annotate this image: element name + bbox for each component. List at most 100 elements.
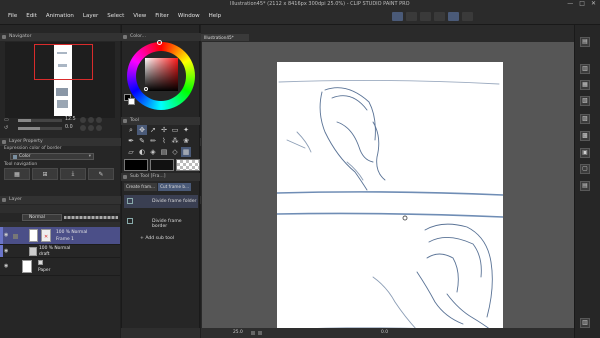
airbrush-tool-icon[interactable]: ⁂ (170, 136, 180, 146)
blend-tool-icon[interactable]: ◐ (137, 147, 147, 157)
command-bar-pen-button[interactable] (392, 12, 403, 21)
status-zoom-value[interactable]: 25.0 (233, 330, 243, 335)
right-panel-icon-1[interactable]: ▤ (580, 37, 590, 47)
status-rotate-value[interactable]: 0.0 (381, 330, 388, 335)
auto-select-tool-icon[interactable]: ✦ (181, 125, 191, 135)
right-panel-icon-5[interactable]: ▨ (580, 114, 590, 124)
layer-row-frame1[interactable]: ◉ ✕ 100 % Normal Frame 1 (0, 227, 120, 245)
command-bar-ruler-button[interactable] (420, 12, 431, 21)
gradient-tool-icon[interactable]: ▤ (159, 147, 169, 157)
rotate-reset-icon[interactable] (88, 125, 94, 131)
menu-select[interactable]: Select (107, 13, 124, 19)
layer-row-paper[interactable]: ◉ Paper (0, 258, 120, 276)
layer-name: draft (39, 252, 50, 257)
menu-layer[interactable]: Layer (83, 13, 98, 19)
menu-edit[interactable]: Edit (26, 13, 37, 19)
navigator-zoom-slider[interactable]: ▭ 12.5 (4, 117, 116, 124)
frame-border-icon (127, 218, 133, 224)
tool-panel-title: Tool (130, 118, 139, 123)
menu-help[interactable]: Help (209, 13, 222, 19)
sub-color-swatch[interactable] (128, 98, 135, 105)
navigator-title: Navigator (9, 34, 32, 39)
layer-property-title: Layer Property (9, 139, 43, 144)
pen-lock-icon[interactable] (13, 234, 18, 239)
add-sub-tool-button[interactable]: + Add sub tool (140, 236, 174, 241)
menu-window[interactable]: Window (178, 13, 200, 19)
zoom-reset-icon[interactable] (88, 117, 94, 123)
decoration-tool-icon[interactable]: ❀ (181, 136, 191, 146)
title-bar: Illustration45* (2112 x 8416px 300dpi 25… (0, 0, 600, 9)
right-panel-icon-8[interactable]: ▢ (580, 164, 590, 174)
maximize-button[interactable]: □ (579, 0, 585, 7)
rotate-icon[interactable]: ↺ (4, 125, 8, 131)
command-bar-settings-button[interactable] (462, 12, 473, 21)
eye-icon[interactable]: ◉ (4, 232, 8, 238)
eraser-tool-icon[interactable]: ▱ (126, 147, 136, 157)
sub-tool-label: Divide frame folder (152, 199, 197, 204)
sketch-drawing[interactable] (277, 62, 503, 334)
eyedropper-icon[interactable]: ✒ (126, 136, 136, 146)
eye-icon[interactable]: ◉ (4, 263, 8, 269)
sub-tool-divide-frame-border[interactable]: Divide frame border (124, 215, 198, 229)
command-bar-snap-button[interactable] (406, 12, 417, 21)
command-bar-view-button[interactable] (448, 12, 459, 21)
zoom-down-icon[interactable] (251, 331, 255, 335)
zoom-up-icon[interactable] (258, 331, 262, 335)
move-layer-tool-icon[interactable]: ✢ (159, 125, 169, 135)
fill-tool-icon[interactable]: ◈ (148, 147, 158, 157)
right-panel-icon-4[interactable]: ▧ (580, 96, 590, 106)
eye-icon[interactable]: ◉ (4, 248, 8, 254)
menu-view[interactable]: View (133, 13, 146, 19)
selection-tool-icon[interactable]: ▭ (170, 125, 180, 135)
command-bar-grid-button[interactable] (434, 12, 445, 21)
right-panel-icon-9[interactable]: ▤ (580, 181, 590, 191)
layer-mode: 100 % Normal (56, 230, 88, 235)
pen-icon[interactable]: ✎ (88, 168, 114, 180)
layer-opacity-bar[interactable] (64, 216, 118, 219)
navigator-view-frame[interactable] (34, 44, 93, 80)
menu-bar: File Edit Animation Layer Select View Fi… (0, 9, 600, 25)
blend-mode-select[interactable]: Normal (22, 214, 62, 221)
zoom-out-icon[interactable]: ▭ (4, 117, 9, 123)
tab-create-frame[interactable]: Create fram... (124, 183, 158, 191)
frame-object-icon[interactable]: ▦ (4, 168, 30, 180)
right-panel-icon-3[interactable]: ▦ (580, 80, 590, 90)
brush-tool-icon[interactable]: ⌇ (159, 136, 169, 146)
navigator-rotate-slider[interactable]: ↺ 0.0 (4, 125, 116, 132)
zoom-fit-icon[interactable] (96, 117, 102, 123)
move-tool-icon[interactable]: ✥ (137, 125, 147, 135)
saturation-knob[interactable] (144, 87, 148, 91)
layer-row-draft[interactable]: ◉ 100 % Normal draft (0, 245, 120, 258)
rotate-left-icon[interactable] (80, 125, 86, 131)
document-tab[interactable]: Illustration45* (201, 34, 249, 41)
right-panel-icon-2[interactable]: ▥ (580, 64, 590, 74)
create-frame-icon[interactable]: ⊞ (32, 168, 58, 180)
sub-tool-header[interactable]: Sub Tool [Fra...] (121, 173, 200, 181)
flip-icon[interactable] (96, 125, 102, 131)
right-panel-icon-10[interactable]: ▥ (580, 318, 590, 328)
pencil-tool-icon[interactable]: ✏ (148, 136, 158, 146)
main-color-chip[interactable] (124, 159, 148, 171)
sub-tool-divide-frame-folder[interactable]: Divide frame folder (124, 195, 198, 208)
tool-panel-header[interactable]: Tool (121, 117, 200, 125)
saturation-value-square[interactable] (145, 58, 178, 91)
expression-color-select[interactable]: Color ▾ (10, 153, 94, 160)
zoom-in-icon[interactable] (80, 117, 86, 123)
zoom-tool-icon[interactable]: ⌕ (126, 125, 136, 135)
close-button[interactable]: ✕ (591, 0, 596, 7)
minimize-button[interactable]: — (567, 0, 573, 7)
right-panel-icon-6[interactable]: ▩ (580, 131, 590, 141)
right-panel-icon-7[interactable]: ▣ (580, 148, 590, 158)
sub-color-chip[interactable] (150, 159, 174, 171)
pen-tool-icon[interactable]: ✎ (137, 136, 147, 146)
menu-filter[interactable]: Filter (155, 13, 169, 19)
transparent-color-chip[interactable] (176, 159, 200, 171)
frame-border-tool-icon[interactable]: ▦ (181, 147, 191, 157)
figure-tool-icon[interactable]: ◇ (170, 147, 180, 157)
cut-frame-icon[interactable]: ⤓ (60, 168, 86, 180)
menu-animation[interactable]: Animation (46, 13, 74, 19)
menu-file[interactable]: File (8, 13, 17, 19)
tab-cut-frame[interactable]: Cut frame b... (158, 183, 192, 191)
operation-tool-icon[interactable]: ➚ (148, 125, 158, 135)
hue-knob[interactable] (157, 40, 162, 45)
